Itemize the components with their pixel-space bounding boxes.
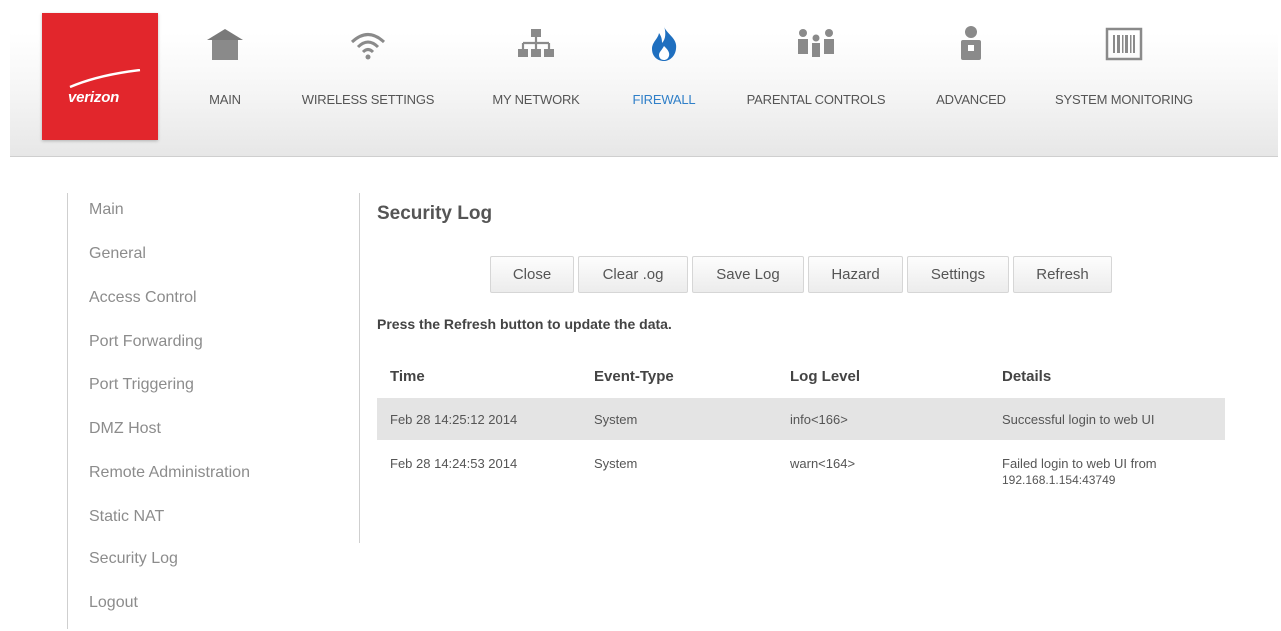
nav-label-advanced: ADVANCED	[936, 92, 1006, 107]
cell-details: Successful login to web UI	[1002, 412, 1155, 427]
nav-my-network[interactable]: MY NETWORK	[482, 20, 590, 120]
nav-main[interactable]: MAIN	[200, 20, 250, 120]
nav-advanced[interactable]: ADVANCED	[928, 20, 1014, 120]
barcode-icon	[1105, 27, 1143, 61]
nav-parental-controls[interactable]: PARENTAL CONTROLS	[734, 20, 898, 120]
refresh-hint: Press the Refresh button to update the d…	[377, 316, 672, 332]
sidebar-item-port-forwarding[interactable]: Port Forwarding	[89, 333, 203, 351]
page-title: Security Log	[377, 203, 493, 224]
nav-label-parental-controls: PARENTAL CONTROLS	[746, 92, 886, 107]
cell-details: Failed login to web UI from	[1002, 456, 1157, 471]
sidebar: Main General Access Control Port Forward…	[67, 193, 307, 629]
sidebar-item-access-control[interactable]: Access Control	[89, 289, 197, 307]
cell-details-address: 192.168.1.154:43749	[1002, 473, 1116, 487]
table-row: Feb 28 14:25:12 2014 System info<166> Su…	[377, 398, 1225, 440]
refresh-button[interactable]: Refresh	[1013, 256, 1112, 293]
cell-log-level: warn<164>	[790, 456, 856, 471]
nav-label-firewall: FIREWALL	[632, 92, 696, 107]
hazard-button[interactable]: Hazard	[808, 256, 903, 293]
column-header-details: Details	[1002, 368, 1052, 385]
clear-log-button[interactable]: Clear .og	[578, 256, 688, 293]
sidebar-item-dmz-host[interactable]: DMZ Host	[89, 420, 161, 438]
nav-system-monitoring[interactable]: SYSTEM MONITORING	[1042, 20, 1206, 120]
flame-icon	[652, 26, 677, 61]
content-divider	[359, 193, 360, 543]
wifi-icon	[350, 33, 386, 60]
sidebar-item-main[interactable]: Main	[89, 201, 124, 219]
sidebar-item-remote-administration[interactable]: Remote Administration	[89, 464, 250, 482]
column-header-event-type: Event-Type	[594, 368, 674, 385]
table-row: Feb 28 14:24:53 2014 System warn<164> Fa…	[377, 440, 1225, 494]
sidebar-item-security-log[interactable]: Security Log	[89, 550, 178, 568]
nav-firewall[interactable]: FIREWALL	[626, 20, 702, 120]
cell-event-type: System	[594, 412, 638, 427]
sidebar-item-logout[interactable]: Logout	[89, 594, 138, 612]
sidebar-item-general[interactable]: General	[89, 245, 146, 263]
nav-label-system-monitoring: SYSTEM MONITORING	[1055, 92, 1193, 107]
nav-label-wireless-settings: WIRELESS SETTINGS	[301, 92, 435, 107]
brand-name: verizon	[68, 89, 120, 106]
person-icon	[961, 26, 981, 60]
home-icon	[207, 29, 243, 60]
sidebar-item-port-triggering[interactable]: Port Triggering	[89, 376, 194, 394]
close-button[interactable]: Close	[490, 256, 574, 293]
column-header-log-level: Log Level	[790, 368, 861, 385]
cell-time: Feb 28 14:24:53 2014	[390, 456, 518, 471]
cell-time: Feb 28 14:25:12 2014	[390, 412, 518, 427]
nav-label-my-network: MY NETWORK	[492, 92, 580, 107]
cell-log-level: info<166>	[790, 412, 848, 427]
settings-button[interactable]: Settings	[907, 256, 1009, 293]
sidebar-item-static-nat[interactable]: Static NAT	[89, 508, 164, 526]
verizon-logo[interactable]: verizon	[42, 13, 158, 140]
family-icon	[798, 29, 834, 57]
cell-event-type: System	[594, 456, 638, 471]
network-icon	[518, 29, 554, 57]
column-header-time: Time	[390, 368, 425, 385]
nav-wireless-settings[interactable]: WIRELESS SETTINGS	[288, 20, 448, 120]
logo-swoosh-icon	[69, 69, 141, 89]
save-log-button[interactable]: Save Log	[692, 256, 804, 293]
nav-label-main: MAIN	[209, 92, 241, 107]
